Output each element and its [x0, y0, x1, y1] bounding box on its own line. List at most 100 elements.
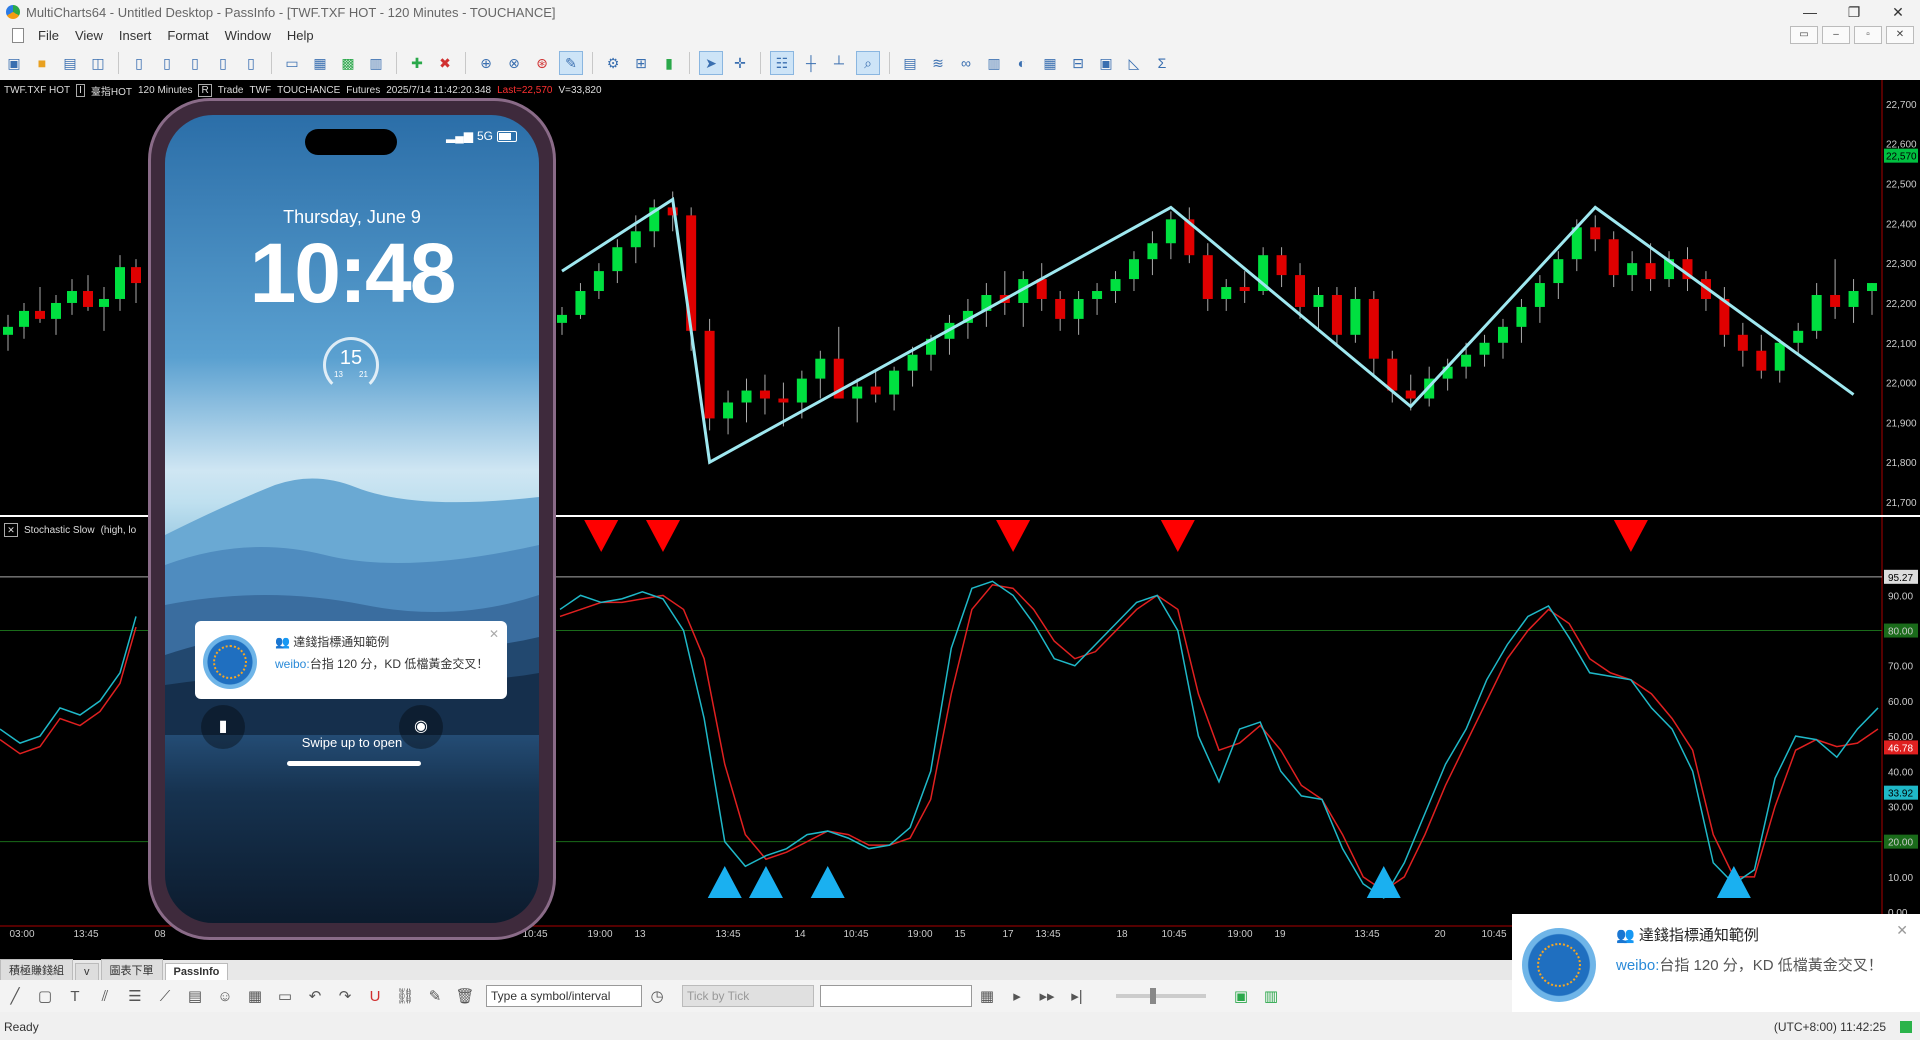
report-icon[interactable]: ▣	[1095, 52, 1117, 74]
magnet-icon[interactable]: U	[364, 985, 386, 1007]
session-select[interactable]	[820, 985, 972, 1007]
menu-window[interactable]: Window	[217, 28, 279, 43]
alert-icon[interactable]: ⊛	[531, 52, 553, 74]
trendline-icon[interactable]: ╱	[4, 985, 26, 1007]
tab-workspace-3[interactable]: 圖表下單	[100, 959, 163, 980]
open-folder-icon[interactable]: ■	[31, 52, 53, 74]
page-icon[interactable]: ▯	[184, 52, 206, 74]
volume-profile-icon[interactable]: ▦	[1039, 52, 1061, 74]
close-window-icon[interactable]: ◫	[87, 52, 109, 74]
toolbar-separator	[760, 52, 761, 74]
tab-passinfo[interactable]: PassInfo	[164, 963, 229, 980]
notes-icon[interactable]: ▤	[184, 985, 206, 1007]
close-button[interactable]: ✕	[1876, 0, 1920, 24]
cross-line-icon[interactable]: ┼	[800, 52, 822, 74]
phone-notification[interactable]: 👥 達錢指標通知範例 weibo:台指 120 分，KD 低檔黃金交叉！ ✕	[195, 621, 507, 699]
page-icon[interactable]: ▯	[156, 52, 178, 74]
bar-style-icon[interactable]: ▮	[658, 52, 680, 74]
data-tips-icon[interactable]: ☷	[770, 51, 794, 75]
zoom-icon[interactable]: ⌕	[856, 51, 880, 75]
sum-icon[interactable]: Σ	[1151, 52, 1173, 74]
page-icon[interactable]: ▯	[128, 52, 150, 74]
optimization-icon[interactable]: ∞	[955, 52, 977, 74]
histogram-icon[interactable]: ▥	[983, 52, 1005, 74]
remove-study-icon[interactable]: ✖	[434, 52, 456, 74]
tick-mode-select[interactable]: Tick by Tick	[682, 985, 814, 1007]
text-tool-icon[interactable]: T	[64, 985, 86, 1007]
tab-workspace-1[interactable]: 積極賺錢組	[0, 959, 73, 980]
phone-status-bar: ▂▄▆ 5G	[446, 129, 517, 143]
close-indicator-icon[interactable]: ✕	[4, 523, 18, 537]
gann-fan-icon[interactable]: ⟋	[154, 985, 176, 1007]
clock-icon[interactable]: ◷	[646, 985, 668, 1007]
notif-close-icon[interactable]: ✕	[489, 627, 499, 641]
candle-body	[593, 271, 604, 292]
minimize-button[interactable]: —	[1788, 0, 1832, 24]
chart-trading-icon[interactable]: ▣	[1230, 985, 1252, 1007]
skip-end-icon[interactable]: ▸|	[1066, 985, 1088, 1007]
mdi-close-button[interactable]: ✕	[1886, 26, 1914, 44]
signal-icon[interactable]: ⊗	[503, 52, 525, 74]
link-icon[interactable]: ⛓	[394, 985, 416, 1007]
page-icon[interactable]: ▯	[240, 52, 262, 74]
brush-icon[interactable]: ✎	[424, 985, 446, 1007]
home-indicator[interactable]	[287, 761, 421, 766]
new-chart-icon[interactable]: ▣	[3, 52, 25, 74]
candle-body	[131, 267, 141, 284]
indicator-icon[interactable]: ⊕	[475, 52, 497, 74]
play-icon[interactable]: ▸	[1006, 985, 1028, 1007]
notif-close-icon[interactable]: ✕	[1896, 922, 1908, 939]
strategy-icon[interactable]: ≋	[927, 52, 949, 74]
price-axis-label: 22,300	[1886, 259, 1917, 270]
ruler-icon[interactable]: ▭	[274, 985, 296, 1007]
menu-file[interactable]: File	[30, 28, 67, 43]
trade-label: Trade	[217, 85, 244, 96]
symbol-input[interactable]: Type a symbol/interval	[486, 985, 642, 1007]
calculator-icon[interactable]: ▦	[244, 985, 266, 1007]
dom-icon[interactable]: ▩	[337, 52, 359, 74]
scanner-icon[interactable]: ▦	[309, 52, 331, 74]
performance-icon[interactable]: ◺	[1123, 52, 1145, 74]
emoji-icon[interactable]: ☺	[214, 985, 236, 1007]
sell-signal-marker	[996, 520, 1031, 552]
settings-gear-icon[interactable]: ⚙	[602, 52, 624, 74]
menu-insert[interactable]: Insert	[111, 28, 160, 43]
trash-icon[interactable]: 🗑	[454, 985, 476, 1007]
save-icon[interactable]: ▤	[59, 52, 81, 74]
pointer-cursor-icon[interactable]: ➤	[699, 51, 723, 75]
candle-body	[35, 310, 45, 319]
chart-window-icon[interactable]: ▭	[281, 52, 303, 74]
desktop-notification[interactable]: 👥 達錢指標通知範例 weibo:台指 120 分，KD 低檔黃金交叉！ ✕	[1512, 914, 1920, 1012]
horizontal-line-icon[interactable]: ┴	[828, 52, 850, 74]
maximize-button[interactable]: ❐	[1832, 0, 1876, 24]
format-window-icon[interactable]: ⊞	[630, 52, 652, 74]
time-axis-label: 15	[954, 929, 966, 940]
rectangle-icon[interactable]: ▢	[34, 985, 56, 1007]
insert-study-icon[interactable]: ✚	[406, 52, 428, 74]
redo-icon[interactable]: ↷	[334, 985, 356, 1007]
menu-help[interactable]: Help	[279, 28, 322, 43]
menu-format[interactable]: Format	[159, 28, 216, 43]
order-icon[interactable]: ⊟	[1067, 52, 1089, 74]
drawing-tool-icon[interactable]: ✎	[559, 51, 583, 75]
mdi-restore-button[interactable]: ▭	[1790, 26, 1818, 44]
mdi-maximize-button[interactable]: ▫	[1854, 26, 1882, 44]
menu-view[interactable]: View	[67, 28, 111, 43]
range-box[interactable]: R	[198, 84, 212, 97]
page-icon[interactable]: ▯	[212, 52, 234, 74]
trading-icon[interactable]: ◐	[1011, 52, 1033, 74]
playback-speed-slider[interactable]	[1116, 988, 1206, 1004]
crosshair-icon[interactable]: ✛	[729, 52, 751, 74]
interval-box[interactable]: I	[76, 84, 85, 97]
candle-body	[3, 326, 13, 335]
step-forward-icon[interactable]: ▸▸	[1036, 985, 1058, 1007]
tab-workspace-2[interactable]: v	[75, 963, 99, 980]
portfolio-icon[interactable]: ▥	[365, 52, 387, 74]
data-window-icon[interactable]: ▤	[899, 52, 921, 74]
undo-icon[interactable]: ↶	[304, 985, 326, 1007]
mdi-minimize-button[interactable]: –	[1822, 26, 1850, 44]
fibonacci-icon[interactable]: ⫽	[94, 985, 116, 1007]
calendar-icon[interactable]: ▦	[976, 985, 998, 1007]
order-ticket-icon[interactable]: ▥	[1260, 985, 1282, 1007]
channel-icon[interactable]: ☰	[124, 985, 146, 1007]
